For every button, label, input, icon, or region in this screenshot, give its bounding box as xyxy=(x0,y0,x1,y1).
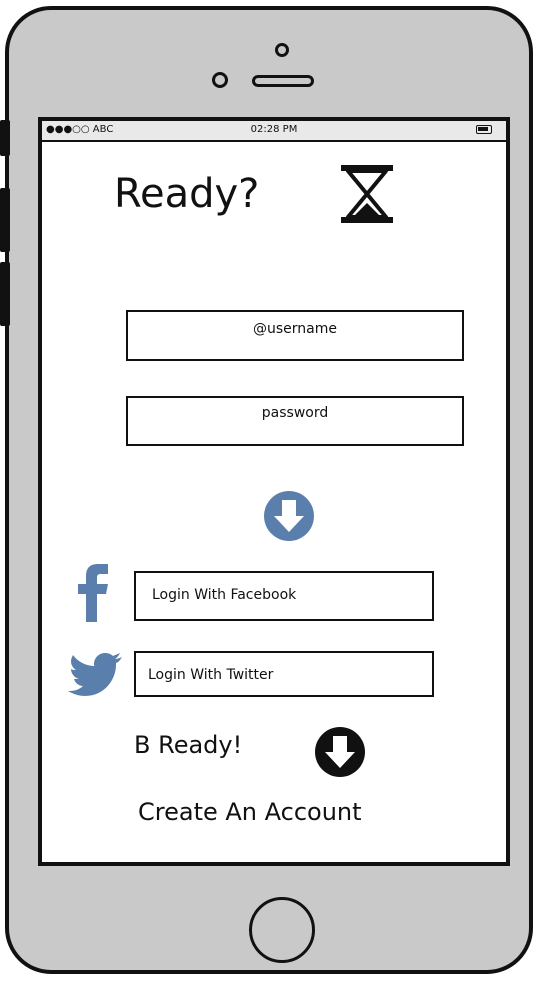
proximity-sensor xyxy=(275,43,289,57)
status-bar: ●●●○○ ABC 02:28 PM xyxy=(42,121,506,142)
twitter-icon xyxy=(68,653,122,696)
volume-down-button[interactable] xyxy=(0,188,10,252)
mute-switch[interactable] xyxy=(0,262,10,326)
facebook-icon xyxy=(78,564,108,622)
battery-icon xyxy=(476,125,492,134)
page-title: Ready? xyxy=(114,171,260,217)
create-account-link[interactable]: Create An Account xyxy=(138,798,362,826)
b-ready-arrow-button[interactable] xyxy=(314,726,366,778)
front-camera-icon xyxy=(212,72,228,88)
b-ready-label: B Ready! xyxy=(134,731,243,759)
volume-up-button[interactable] xyxy=(0,120,10,156)
app-screen: ●●●○○ ABC 02:28 PM Ready? @username pass… xyxy=(38,117,510,866)
status-time: 02:28 PM xyxy=(250,124,298,135)
username-placeholder: @username xyxy=(253,321,337,337)
home-button[interactable] xyxy=(249,897,315,963)
earpiece-speaker xyxy=(252,75,314,87)
username-field[interactable]: @username xyxy=(126,310,464,361)
submit-arrow-button[interactable] xyxy=(263,490,315,542)
login-facebook-button[interactable]: Login With Facebook xyxy=(134,571,434,621)
password-placeholder: password xyxy=(261,405,329,421)
hourglass-icon xyxy=(341,165,393,223)
password-field[interactable]: password xyxy=(126,396,464,446)
login-twitter-button[interactable]: Login With Twitter xyxy=(134,651,434,697)
